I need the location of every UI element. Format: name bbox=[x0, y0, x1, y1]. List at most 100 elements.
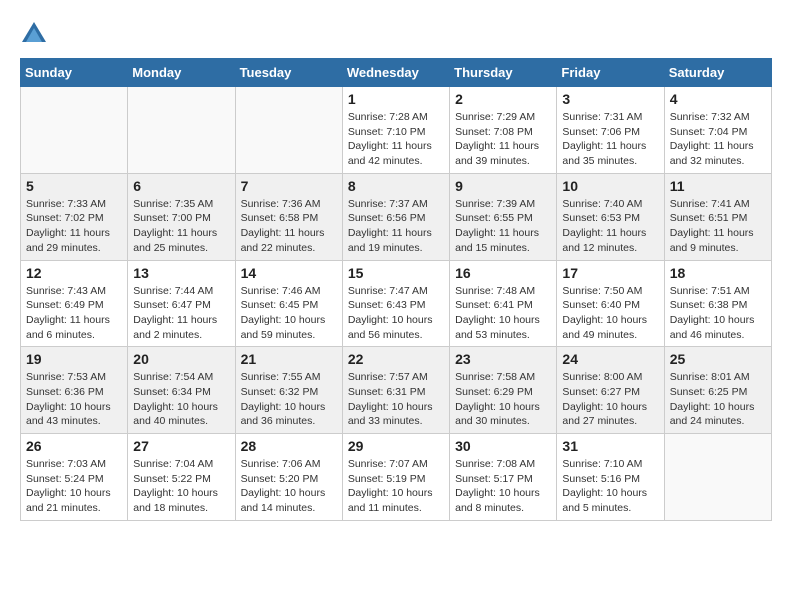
day-info: Sunrise: 7:10 AMSunset: 5:16 PMDaylight:… bbox=[562, 457, 658, 516]
day-number: 25 bbox=[670, 351, 766, 367]
day-number: 9 bbox=[455, 178, 551, 194]
day-cell: 22Sunrise: 7:57 AMSunset: 6:31 PMDayligh… bbox=[342, 347, 449, 434]
day-cell: 28 Sunrise: 7:06 AMSunset: 5:20 PMDayligh… bbox=[235, 434, 342, 521]
day-number: 13 bbox=[133, 265, 229, 281]
day-info: Sunrise: 7:51 AMSunset: 6:38 PMDaylight:… bbox=[670, 284, 766, 343]
day-info: Sunrise: 7:39 AMSunset: 6:55 PMDaylight:… bbox=[455, 197, 551, 256]
day-cell: 14 Sunrise: 7:46 AMSunset: 6:45 PMDayligh… bbox=[235, 260, 342, 347]
day-info: Sunrise: 7:29 AMSunset: 7:08 PMDaylight:… bbox=[455, 110, 551, 169]
day-info: Sunrise: 8:01 AMSunset: 6:25 PMDaylight:… bbox=[670, 370, 766, 429]
day-cell bbox=[235, 87, 342, 174]
day-cell bbox=[128, 87, 235, 174]
day-info: Sunrise: 7:54 AMSunset: 6:34 PMDaylight:… bbox=[133, 370, 229, 429]
day-info: Sunrise: 7:07 AMSunset: 5:19 PMDaylight:… bbox=[348, 457, 444, 516]
day-number: 28 bbox=[241, 438, 337, 454]
logo-icon bbox=[20, 20, 48, 48]
day-cell: 25 Sunrise: 8:01 AMSunset: 6:25 PMDayligh… bbox=[664, 347, 771, 434]
col-header-wednesday: Wednesday bbox=[342, 59, 449, 87]
day-number: 26 bbox=[26, 438, 122, 454]
day-cell bbox=[21, 87, 128, 174]
day-info: Sunrise: 7:58 AMSunset: 6:29 PMDaylight:… bbox=[455, 370, 551, 429]
day-number: 15 bbox=[348, 265, 444, 281]
page-header bbox=[20, 20, 772, 48]
day-cell: 23 Sunrise: 7:58 AMSunset: 6:29 PMDayligh… bbox=[450, 347, 557, 434]
col-header-tuesday: Tuesday bbox=[235, 59, 342, 87]
col-header-saturday: Saturday bbox=[664, 59, 771, 87]
day-number: 18 bbox=[670, 265, 766, 281]
day-number: 2 bbox=[455, 91, 551, 107]
day-info: Sunrise: 7:08 AMSunset: 5:17 PMDaylight:… bbox=[455, 457, 551, 516]
col-header-sunday: Sunday bbox=[21, 59, 128, 87]
day-cell: 31Sunrise: 7:10 AMSunset: 5:16 PMDayligh… bbox=[557, 434, 664, 521]
day-number: 12 bbox=[26, 265, 122, 281]
day-number: 3 bbox=[562, 91, 658, 107]
day-info: Sunrise: 7:35 AMSunset: 7:00 PMDaylight:… bbox=[133, 197, 229, 256]
day-info: Sunrise: 7:31 AMSunset: 7:06 PMDaylight:… bbox=[562, 110, 658, 169]
day-cell: 17 Sunrise: 7:50 AMSunset: 6:40 PMDayligh… bbox=[557, 260, 664, 347]
day-info: Sunrise: 7:47 AMSunset: 6:43 PMDaylight:… bbox=[348, 284, 444, 343]
day-cell: 30Sunrise: 7:08 AMSunset: 5:17 PMDayligh… bbox=[450, 434, 557, 521]
week-row-2: 5 Sunrise: 7:33 AMSunset: 7:02 PMDaylight… bbox=[21, 173, 772, 260]
day-cell bbox=[664, 434, 771, 521]
day-cell: 10 Sunrise: 7:40 AMSunset: 6:53 PMDayligh… bbox=[557, 173, 664, 260]
day-number: 24 bbox=[562, 351, 658, 367]
day-info: Sunrise: 7:03 AMSunset: 5:24 PMDaylight:… bbox=[26, 457, 122, 516]
day-info: Sunrise: 7:40 AMSunset: 6:53 PMDaylight:… bbox=[562, 197, 658, 256]
week-row-4: 19Sunrise: 7:53 AMSunset: 6:36 PMDayligh… bbox=[21, 347, 772, 434]
week-row-3: 12 Sunrise: 7:43 AMSunset: 6:49 PMDayligh… bbox=[21, 260, 772, 347]
day-cell: 6 Sunrise: 7:35 AMSunset: 7:00 PMDaylight… bbox=[128, 173, 235, 260]
col-header-monday: Monday bbox=[128, 59, 235, 87]
col-header-friday: Friday bbox=[557, 59, 664, 87]
week-row-1: 1 Sunrise: 7:28 AMSunset: 7:10 PMDaylight… bbox=[21, 87, 772, 174]
day-info: Sunrise: 7:46 AMSunset: 6:45 PMDaylight:… bbox=[241, 284, 337, 343]
day-number: 11 bbox=[670, 178, 766, 194]
day-info: Sunrise: 8:00 AMSunset: 6:27 PMDaylight:… bbox=[562, 370, 658, 429]
day-cell: 18 Sunrise: 7:51 AMSunset: 6:38 PMDayligh… bbox=[664, 260, 771, 347]
day-info: Sunrise: 7:28 AMSunset: 7:10 PMDaylight:… bbox=[348, 110, 444, 169]
col-header-thursday: Thursday bbox=[450, 59, 557, 87]
day-number: 27 bbox=[133, 438, 229, 454]
day-cell: 5 Sunrise: 7:33 AMSunset: 7:02 PMDaylight… bbox=[21, 173, 128, 260]
day-info: Sunrise: 7:37 AMSunset: 6:56 PMDaylight:… bbox=[348, 197, 444, 256]
day-number: 20 bbox=[133, 351, 229, 367]
day-info: Sunrise: 7:36 AMSunset: 6:58 PMDaylight:… bbox=[241, 197, 337, 256]
day-number: 8 bbox=[348, 178, 444, 194]
day-number: 7 bbox=[241, 178, 337, 194]
logo bbox=[20, 20, 52, 48]
day-cell: 8 Sunrise: 7:37 AMSunset: 6:56 PMDaylight… bbox=[342, 173, 449, 260]
day-info: Sunrise: 7:33 AMSunset: 7:02 PMDaylight:… bbox=[26, 197, 122, 256]
day-number: 17 bbox=[562, 265, 658, 281]
day-info: Sunrise: 7:50 AMSunset: 6:40 PMDaylight:… bbox=[562, 284, 658, 343]
day-info: Sunrise: 7:04 AMSunset: 5:22 PMDaylight:… bbox=[133, 457, 229, 516]
day-cell: 7 Sunrise: 7:36 AMSunset: 6:58 PMDaylight… bbox=[235, 173, 342, 260]
day-cell: 9 Sunrise: 7:39 AMSunset: 6:55 PMDaylight… bbox=[450, 173, 557, 260]
day-number: 23 bbox=[455, 351, 551, 367]
day-cell: 24 Sunrise: 8:00 AMSunset: 6:27 PMDayligh… bbox=[557, 347, 664, 434]
day-number: 29 bbox=[348, 438, 444, 454]
day-cell: 26 Sunrise: 7:03 AMSunset: 5:24 PMDayligh… bbox=[21, 434, 128, 521]
day-info: Sunrise: 7:48 AMSunset: 6:41 PMDaylight:… bbox=[455, 284, 551, 343]
day-number: 1 bbox=[348, 91, 444, 107]
day-info: Sunrise: 7:43 AMSunset: 6:49 PMDaylight:… bbox=[26, 284, 122, 343]
day-number: 5 bbox=[26, 178, 122, 194]
day-number: 4 bbox=[670, 91, 766, 107]
week-row-5: 26 Sunrise: 7:03 AMSunset: 5:24 PMDayligh… bbox=[21, 434, 772, 521]
day-cell: 1 Sunrise: 7:28 AMSunset: 7:10 PMDaylight… bbox=[342, 87, 449, 174]
day-number: 6 bbox=[133, 178, 229, 194]
day-cell: 11 Sunrise: 7:41 AMSunset: 6:51 PMDayligh… bbox=[664, 173, 771, 260]
day-info: Sunrise: 7:06 AMSunset: 5:20 PMDaylight:… bbox=[241, 457, 337, 516]
day-number: 14 bbox=[241, 265, 337, 281]
day-number: 19 bbox=[26, 351, 122, 367]
day-cell: 2 Sunrise: 7:29 AMSunset: 7:08 PMDaylight… bbox=[450, 87, 557, 174]
day-info: Sunrise: 7:57 AMSunset: 6:31 PMDaylight:… bbox=[348, 370, 444, 429]
day-number: 21 bbox=[241, 351, 337, 367]
day-cell: 19Sunrise: 7:53 AMSunset: 6:36 PMDayligh… bbox=[21, 347, 128, 434]
header-row: SundayMondayTuesdayWednesdayThursdayFrid… bbox=[21, 59, 772, 87]
day-cell: 12 Sunrise: 7:43 AMSunset: 6:49 PMDayligh… bbox=[21, 260, 128, 347]
day-cell: 20 Sunrise: 7:54 AMSunset: 6:34 PMDayligh… bbox=[128, 347, 235, 434]
day-number: 10 bbox=[562, 178, 658, 194]
day-info: Sunrise: 7:41 AMSunset: 6:51 PMDaylight:… bbox=[670, 197, 766, 256]
day-cell: 15 Sunrise: 7:47 AMSunset: 6:43 PMDayligh… bbox=[342, 260, 449, 347]
day-info: Sunrise: 7:32 AMSunset: 7:04 PMDaylight:… bbox=[670, 110, 766, 169]
day-cell: 29 Sunrise: 7:07 AMSunset: 5:19 PMDayligh… bbox=[342, 434, 449, 521]
